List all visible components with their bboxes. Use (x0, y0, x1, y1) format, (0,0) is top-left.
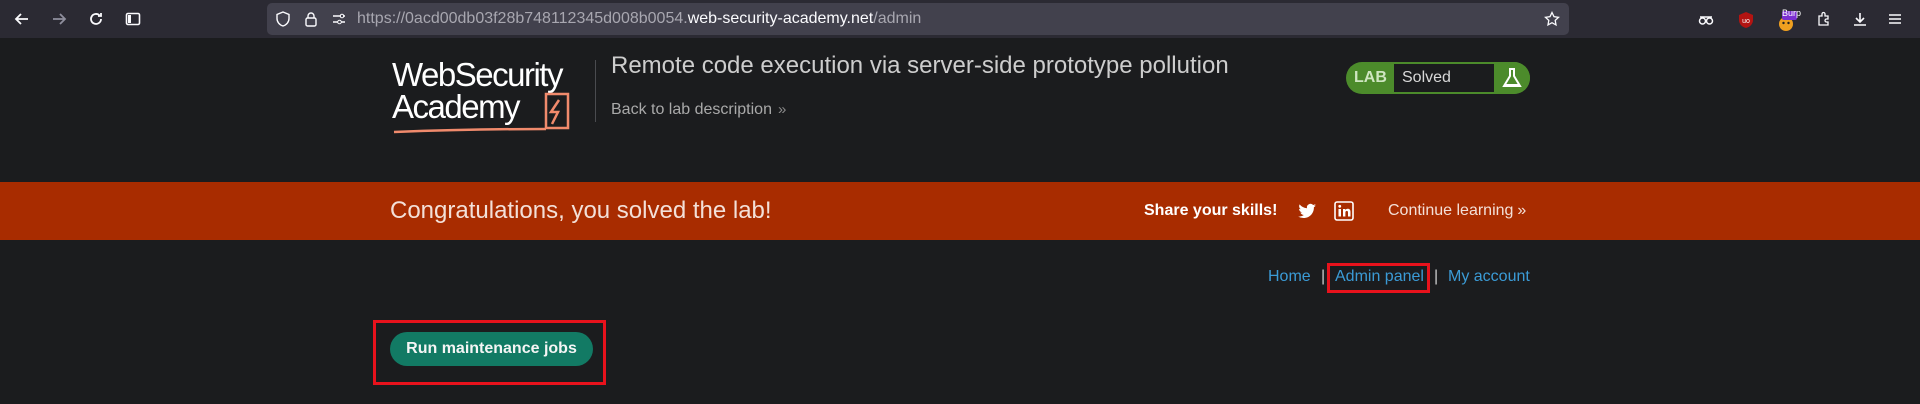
logo-bolt-icon (393, 92, 570, 134)
burp-badge: Burp (1782, 8, 1802, 18)
double-chevron-icon: » (1517, 202, 1527, 219)
nav-separator: | (1434, 268, 1439, 285)
ublock-icon[interactable]: uo (1734, 7, 1758, 31)
admin-panel-highlight-box (1327, 263, 1430, 293)
back-arrow-icon[interactable] (10, 7, 34, 31)
shield-icon[interactable] (275, 11, 291, 27)
nav-my-account-link[interactable]: My account (1448, 268, 1530, 288)
twitter-icon[interactable] (1297, 201, 1317, 221)
address-bar[interactable]: https://0acd00db03f28b748112345d008b0054… (267, 3, 1569, 35)
flask-icon (1494, 62, 1530, 94)
lab-title: Remote code execution via server-side pr… (611, 52, 1229, 79)
nav-home-link[interactable]: Home (1268, 268, 1311, 288)
sidebar-icon[interactable] (121, 7, 145, 31)
bookmark-star-icon[interactable] (1544, 11, 1560, 27)
url-prefix: https://0acd00db03f28b748112345d008b0054… (357, 10, 688, 27)
menu-icon[interactable] (1883, 7, 1907, 31)
downloads-icon[interactable] (1848, 7, 1872, 31)
svg-text:uo: uo (1742, 18, 1750, 25)
site-permissions-icon[interactable] (331, 11, 347, 27)
linkedin-icon[interactable] (1334, 201, 1354, 221)
browser-toolbar: https://0acd00db03f28b748112345d008b0054… (0, 0, 1920, 38)
nav-separator: | (1321, 268, 1326, 285)
continue-learning-link[interactable]: Continue learning» (1388, 182, 1526, 240)
url-host: web-security-academy.net (687, 10, 874, 27)
back-link-label: Back to lab description (611, 101, 772, 118)
reload-icon[interactable] (84, 7, 108, 31)
forward-arrow-icon[interactable] (47, 7, 71, 31)
extension-spy-icon[interactable] (1694, 7, 1718, 31)
logo-line1: WebSecurity (392, 56, 563, 93)
share-label: Share your skills! (1144, 202, 1278, 219)
academy-logo[interactable]: WebSecurity Academy (392, 58, 592, 138)
lock-icon[interactable] (303, 11, 319, 27)
lab-label: LAB (1354, 69, 1387, 86)
congrats-message: Congratulations, you solved the lab! (390, 197, 772, 224)
lab-header: WebSecurity Academy Remote code executio… (0, 38, 1920, 182)
double-chevron-icon: » (777, 101, 787, 118)
logo-divider (595, 60, 596, 122)
url-text[interactable]: https://0acd00db03f28b748112345d008b0054… (357, 3, 921, 35)
solved-banner: Congratulations, you solved the lab! Sha… (0, 182, 1920, 240)
back-to-description-link[interactable]: Back to lab description » (611, 101, 786, 119)
continue-label: Continue learning (1388, 202, 1514, 219)
extensions-puzzle-icon[interactable] (1812, 7, 1836, 31)
status-text: Solved (1402, 69, 1451, 86)
run-maintenance-jobs-button[interactable]: Run maintenance jobs (390, 332, 593, 366)
lab-status-widget[interactable]: LAB Solved (1346, 62, 1530, 94)
burp-extension-icon[interactable]: Burp (1774, 7, 1801, 31)
url-path: /admin (873, 10, 922, 27)
